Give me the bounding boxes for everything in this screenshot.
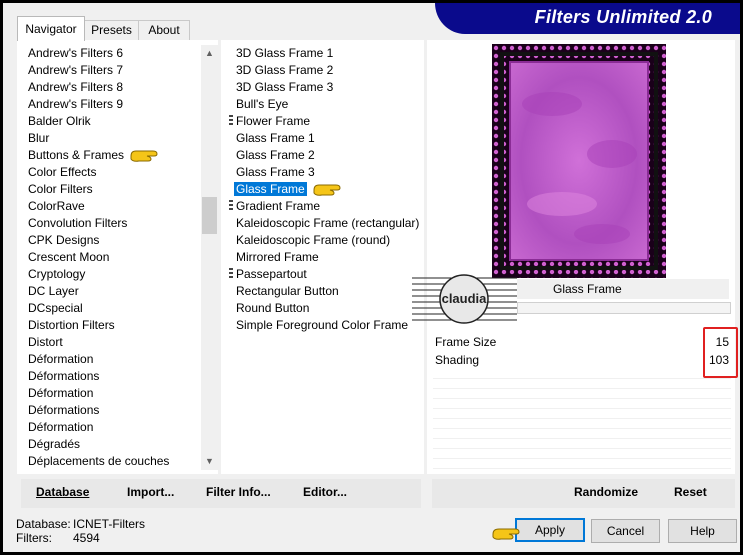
category-item[interactable]: Distort [28,334,203,351]
category-item[interactable]: ColorRave [28,198,203,215]
title-banner: Filters Unlimited 2.0 [435,3,740,34]
category-item[interactable]: Buttons & Frames [28,147,203,164]
category-item[interactable]: Crescent Moon [28,249,203,266]
filter-item[interactable]: Flower Frame [229,113,421,130]
filter-item[interactable]: Gradient Frame [229,198,421,215]
filter-item[interactable]: 3D Glass Frame 1 [236,45,421,62]
filters-count-label: Filters: [16,531,52,545]
filter-item[interactable]: Simple Foreground Color Frame [236,317,421,334]
filters-unlimited-window: Filters Unlimited 2.0 Navigator Presets … [3,3,740,552]
category-item[interactable]: Andrew's Filters 6 [28,45,203,62]
category-item[interactable]: Convolution Filters [28,215,203,232]
filter-info-button[interactable]: Filter Info... [206,485,271,499]
category-item[interactable]: Andrew's Filters 7 [28,62,203,79]
watermark-logo: claudia [412,274,517,324]
category-item[interactable]: Balder Olrik [28,113,203,130]
cancel-button[interactable]: Cancel [591,519,660,543]
right-toolbar: Randomize Reset [432,479,735,508]
tab-navigator[interactable]: Navigator [17,16,85,41]
preview-image [492,44,666,278]
category-item[interactable]: Déformation [28,385,203,402]
filter-item[interactable]: Rectangular Button [236,283,421,300]
category-item[interactable]: Déformations [28,368,203,385]
filter-item[interactable]: Glass Frame 1 [236,130,421,147]
left-toolbar: Database Import... Filter Info... Editor… [21,479,421,508]
category-panel: Andrew's Filters 6 Andrew's Filters 7 Andr… [17,40,218,474]
category-item[interactable]: Color Effects [28,164,203,181]
highlight-box [703,327,738,378]
editor-button[interactable]: Editor... [303,485,347,499]
category-item[interactable]: Dégradés [28,436,203,453]
svg-text:claudia: claudia [442,291,488,306]
param-shading[interactable]: Shading 103 [433,351,731,369]
group-marker-icon [229,115,233,127]
category-scrollbar[interactable]: ▲ ▼ [201,45,218,470]
filter-item[interactable]: Glass Frame 2 [236,147,421,164]
category-item[interactable]: DC Layer [28,283,203,300]
category-item[interactable]: Blur [28,130,203,147]
parameter-list: Frame Size 15 Shading 103 [433,333,731,469]
scroll-up-icon[interactable]: ▲ [201,45,218,62]
import-button[interactable]: Import... [127,485,174,499]
database-status-label: Database: [16,517,71,531]
filter-item[interactable]: 3D Glass Frame 2 [236,62,421,79]
filter-item[interactable]: Kaleidoscopic Frame (rectangular) [236,215,421,232]
watermark-stamp: claudia [412,272,517,326]
filter-item[interactable]: 3D Glass Frame 3 [236,79,421,96]
pointer-hand-icon [130,149,158,163]
group-marker-icon [229,200,233,212]
database-status-value: ICNET-Filters [73,517,145,531]
group-marker-icon [229,268,233,280]
scroll-down-icon[interactable]: ▼ [201,453,218,470]
param-label: Frame Size [435,335,497,349]
filter-name-bar: Glass Frame [517,279,729,299]
database-button[interactable]: Database [36,485,89,499]
category-item[interactable]: CPK Designs [28,232,203,249]
category-item[interactable]: Déformations [28,402,203,419]
filter-item[interactable]: Bull's Eye [236,96,421,113]
param-label: Shading [435,353,480,367]
tab-about[interactable]: About [138,20,190,40]
category-item[interactable]: DCspecial [28,300,203,317]
category-item[interactable]: Déformation [28,419,203,436]
filters-count-value: 4594 [73,531,100,545]
category-list[interactable]: Andrew's Filters 6 Andrew's Filters 7 Andr… [28,45,203,470]
category-item[interactable]: Déformation [28,351,203,368]
banner-title: Filters Unlimited 2.0 [534,7,712,27]
category-item[interactable]: Cryptology [28,266,203,283]
pointer-hand-icon [313,183,341,197]
filter-item[interactable]: Glass Frame [234,181,421,198]
category-item[interactable]: Déplacements de couches [28,453,203,470]
randomize-button[interactable]: Randomize [574,485,638,499]
pointer-hand-icon [492,528,520,540]
apply-button[interactable]: Apply [515,518,585,542]
reset-button[interactable]: Reset [674,485,707,499]
param-frame-size[interactable]: Frame Size 15 [433,333,731,351]
tab-presets[interactable]: Presets [84,20,139,40]
filter-list[interactable]: 3D Glass Frame 1 3D Glass Frame 2 3D Glass… [229,45,421,334]
scroll-thumb[interactable] [202,197,217,234]
filter-item[interactable]: Mirrored Frame [236,249,421,266]
filter-panel: 3D Glass Frame 1 3D Glass Frame 2 3D Glass… [221,40,424,474]
help-button[interactable]: Help [668,519,737,543]
category-item[interactable]: Color Filters [28,181,203,198]
category-item[interactable]: Andrew's Filters 9 [28,96,203,113]
filter-item[interactable]: Passepartout [229,266,421,283]
filter-item[interactable]: Kaleidoscopic Frame (round) [236,232,421,249]
filter-item[interactable]: Glass Frame 3 [236,164,421,181]
preview-progress [517,302,731,314]
category-item[interactable]: Andrew's Filters 8 [28,79,203,96]
category-item[interactable]: Distortion Filters [28,317,203,334]
filter-name-label: Glass Frame [553,282,622,296]
filter-item[interactable]: Round Button [236,300,421,317]
